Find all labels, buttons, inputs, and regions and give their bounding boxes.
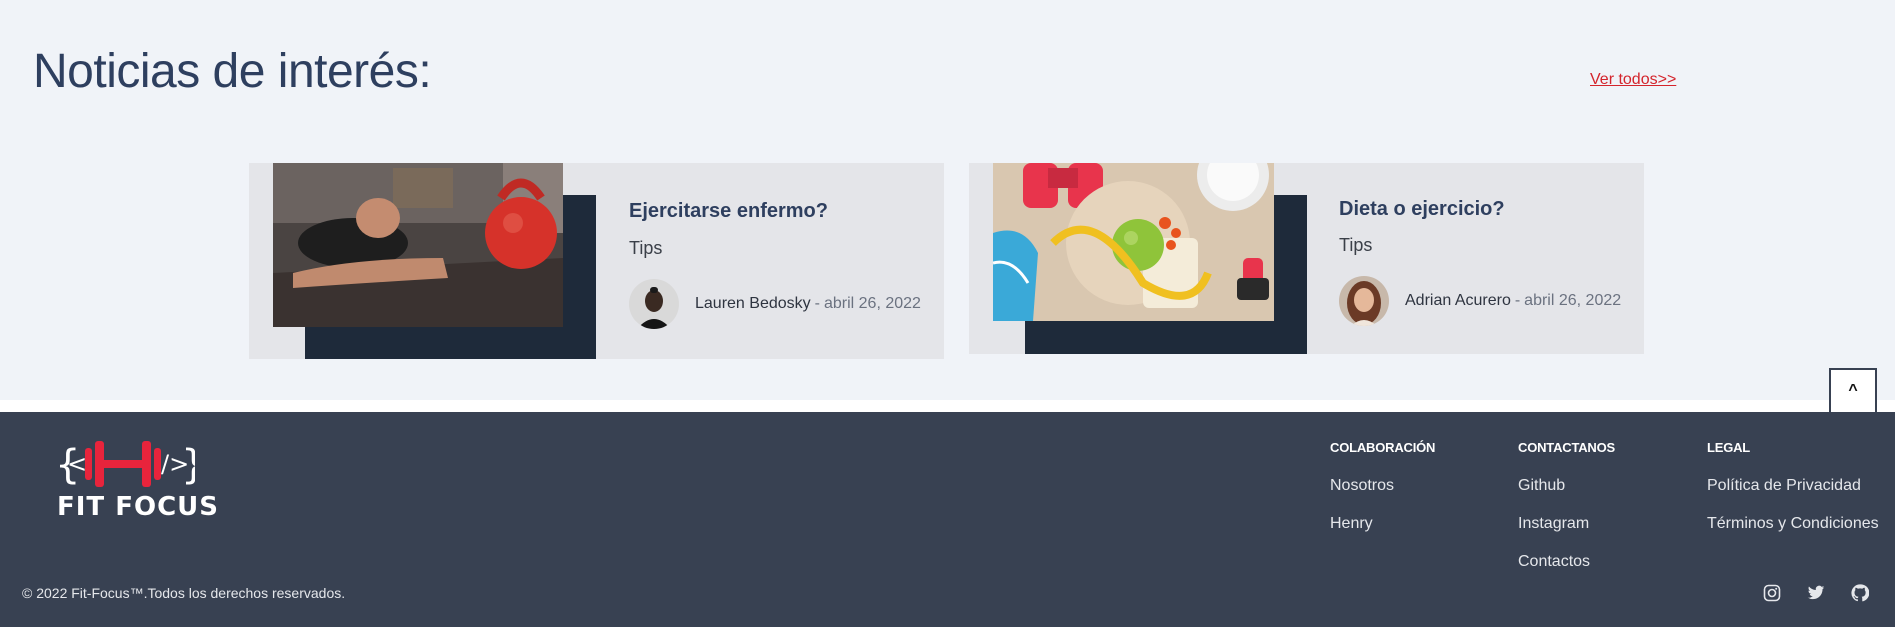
twitter-icon[interactable]: [1807, 584, 1825, 602]
news-card[interactable]: Ejercitarse enfermo? Tips Lauren Bedosky…: [249, 163, 944, 359]
footer-column-legal: LEGAL Política de Privacidad Términos y …: [1707, 440, 1879, 553]
post-date: abril 26, 2022: [1524, 292, 1622, 309]
github-icon[interactable]: [1851, 584, 1870, 602]
footer-heading: COLABORACIÓN: [1330, 440, 1436, 455]
footer-link-instagram[interactable]: Instagram: [1518, 515, 1615, 533]
footer-heading: LEGAL: [1707, 440, 1751, 455]
author-name: Adrian Acurero: [1405, 292, 1511, 309]
footer-column-contactanos: CONTACTANOS Github Instagram Contactos: [1518, 440, 1615, 591]
author-separator: -: [814, 295, 820, 312]
card-title[interactable]: Ejercitarse enfermo?: [629, 200, 828, 223]
social-links: [1763, 584, 1870, 602]
author-row: Adrian Acurero - abril 26, 2022: [1339, 276, 1621, 326]
footer-link-contactos[interactable]: Contactos: [1518, 553, 1615, 571]
footer-link-terms[interactable]: Términos y Condiciones: [1707, 515, 1879, 533]
news-card[interactable]: Dieta o ejercicio? Tips Adrian Acurero -…: [969, 163, 1644, 354]
card-category: Tips: [629, 238, 663, 258]
see-all-link[interactable]: Ver todos>>: [1590, 71, 1676, 89]
copyright-text: © 2022 Fit-Focus™.Todos los derechos res…: [22, 585, 346, 601]
card-title[interactable]: Dieta o ejercicio?: [1339, 198, 1505, 221]
instagram-icon[interactable]: [1763, 584, 1781, 602]
author-row: Lauren Bedosky - abril 26, 2022: [629, 279, 921, 329]
card-image[interactable]: [993, 163, 1274, 321]
footer-link-privacy[interactable]: Política de Privacidad: [1707, 477, 1879, 495]
footer: { < /> } FIT FOCUS © 2022 Fit-Focus™.Tod…: [0, 412, 1895, 627]
section-divider: [0, 400, 1895, 412]
post-date: abril 26, 2022: [823, 295, 921, 312]
footer-link-henry[interactable]: Henry: [1330, 515, 1435, 533]
section-title: Noticias de interés:: [33, 45, 432, 98]
footer-link-nosotros[interactable]: Nosotros: [1330, 477, 1435, 495]
author-avatar: [629, 279, 679, 329]
author-avatar: [1339, 276, 1389, 326]
svg-text:}: }: [181, 442, 195, 488]
author-separator: -: [1514, 292, 1521, 309]
footer-heading: CONTACTANOS: [1518, 440, 1615, 455]
svg-text:<: <: [67, 450, 87, 478]
logo-text: FIT FOCUS: [57, 492, 220, 522]
scroll-to-top-button[interactable]: ^: [1829, 368, 1877, 414]
card-image[interactable]: [273, 163, 563, 327]
footer-link-github[interactable]: Github: [1518, 477, 1615, 495]
card-category: Tips: [1339, 235, 1373, 255]
footer-column-colaboracion: COLABORACIÓN Nosotros Henry: [1330, 440, 1435, 553]
author-name: Lauren Bedosky: [695, 295, 811, 312]
